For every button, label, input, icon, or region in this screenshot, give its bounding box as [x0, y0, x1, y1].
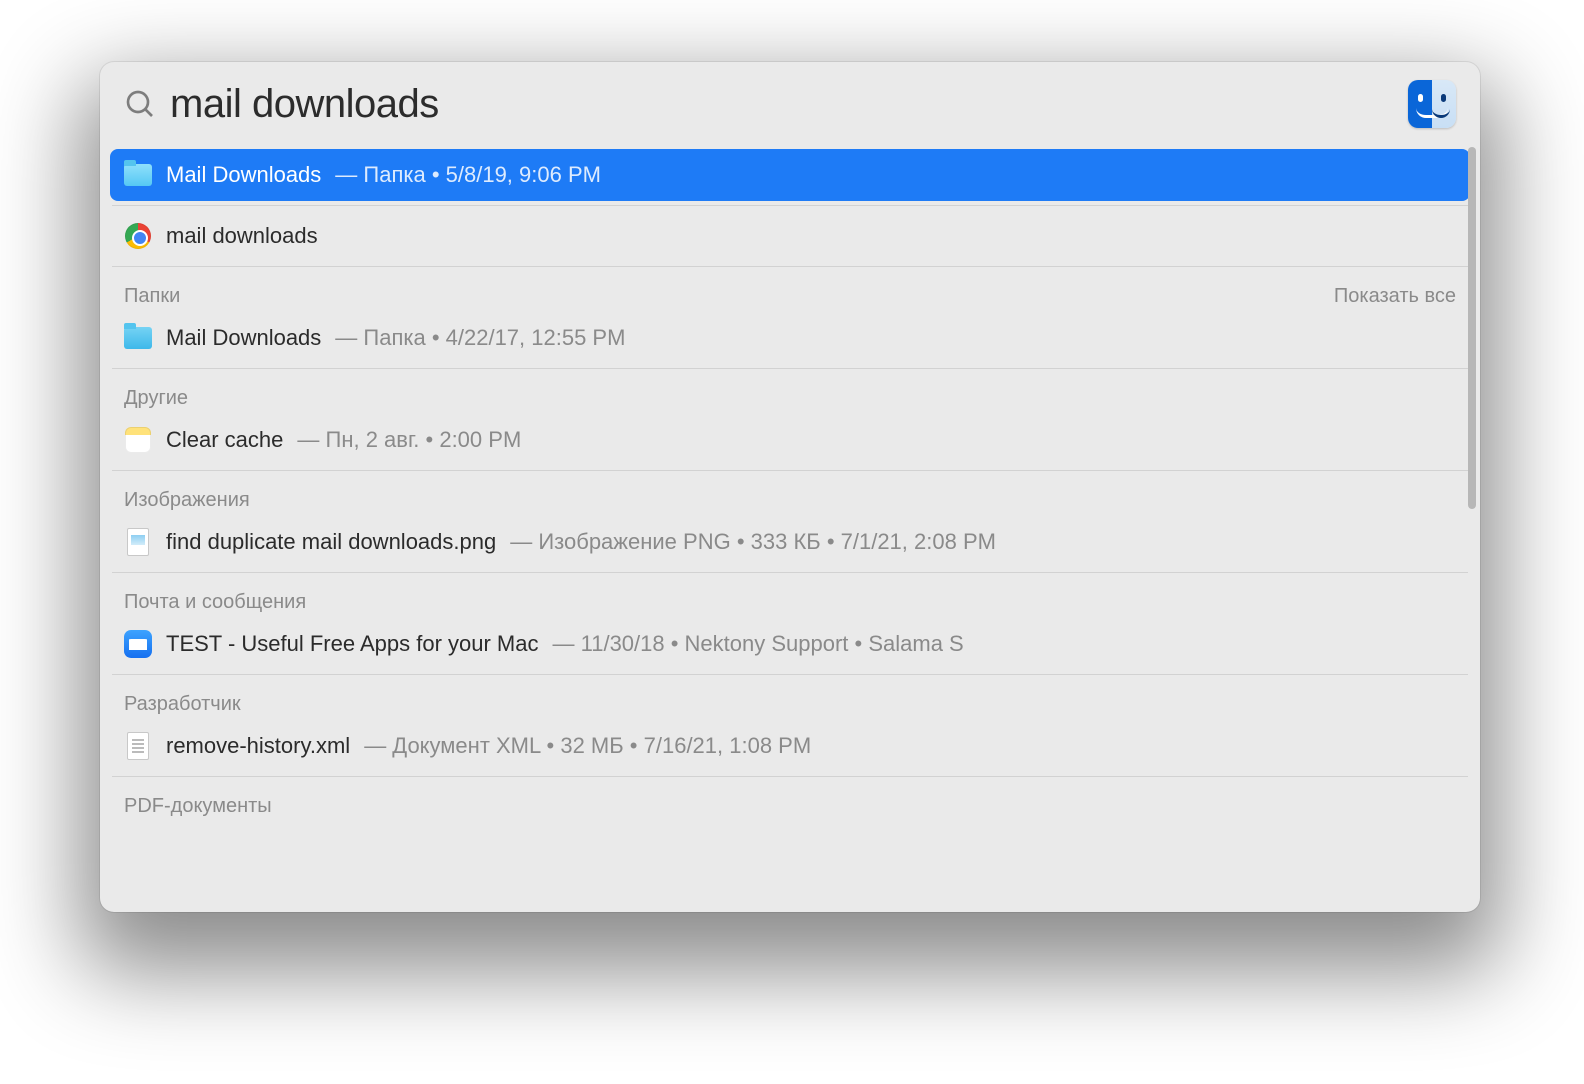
- section-label: Папки: [124, 285, 180, 308]
- result-title: find duplicate mail downloads.png: [166, 529, 496, 555]
- result-item[interactable]: Mail Downloads — Папка • 4/22/17, 12:55 …: [110, 312, 1470, 364]
- image-file-icon: [124, 528, 152, 556]
- divider: [112, 266, 1468, 267]
- result-meta: — Документ XML • 32 МБ • 7/16/21, 1:08 P…: [364, 733, 811, 759]
- mail-icon: [124, 630, 152, 658]
- result-title: mail downloads: [166, 223, 318, 249]
- divider: [112, 368, 1468, 369]
- result-top-hit[interactable]: Mail Downloads — Папка • 5/8/19, 9:06 PM: [110, 149, 1470, 201]
- section-header-mail: Почта и сообщения: [110, 577, 1470, 618]
- section-header-other: Другие: [110, 373, 1470, 414]
- result-title: Clear cache: [166, 427, 283, 453]
- section-label: PDF-документы: [124, 795, 272, 818]
- section-header-images: Изображения: [110, 475, 1470, 516]
- divider: [112, 572, 1468, 573]
- section-label: Изображения: [124, 489, 250, 512]
- result-item[interactable]: TEST - Useful Free Apps for your Mac — 1…: [110, 618, 1470, 670]
- result-meta: — 11/30/18 • Nektony Support • Salama S: [553, 631, 964, 657]
- result-item[interactable]: Clear cache — Пн, 2 авг. • 2:00 PM: [110, 414, 1470, 466]
- result-web-suggestion[interactable]: mail downloads: [110, 210, 1470, 262]
- search-icon: [124, 88, 156, 120]
- section-header-pdf: PDF-документы: [110, 781, 1470, 822]
- result-meta: — Изображение PNG • 333 КБ • 7/1/21, 2:0…: [510, 529, 996, 555]
- divider: [112, 205, 1468, 206]
- show-all-link[interactable]: Показать все: [1334, 285, 1456, 308]
- divider: [112, 470, 1468, 471]
- divider: [112, 674, 1468, 675]
- divider: [112, 776, 1468, 777]
- spotlight-window: Mail Downloads — Папка • 5/8/19, 9:06 PM…: [100, 62, 1480, 912]
- search-input[interactable]: [170, 82, 1394, 127]
- result-title: TEST - Useful Free Apps for your Mac: [166, 631, 539, 657]
- finder-app-icon: [1408, 80, 1456, 128]
- section-header-developer: Разработчик: [110, 679, 1470, 720]
- xml-file-icon: [124, 732, 152, 760]
- result-title: Mail Downloads: [166, 325, 321, 351]
- result-meta: — Папка • 4/22/17, 12:55 PM: [335, 325, 625, 351]
- scrollbar[interactable]: [1468, 147, 1476, 509]
- result-meta: — Папка • 5/8/19, 9:06 PM: [335, 162, 601, 188]
- notes-icon: [124, 426, 152, 454]
- result-meta: — Пн, 2 авг. • 2:00 PM: [297, 427, 521, 453]
- chrome-icon: [124, 222, 152, 250]
- result-item[interactable]: remove-history.xml — Документ XML • 32 М…: [110, 720, 1470, 772]
- result-item[interactable]: find duplicate mail downloads.png — Изоб…: [110, 516, 1470, 568]
- folder-icon: [124, 324, 152, 352]
- section-label: Разработчик: [124, 693, 241, 716]
- results-list: Mail Downloads — Папка • 5/8/19, 9:06 PM…: [100, 142, 1480, 912]
- folder-icon: [124, 161, 152, 189]
- result-title: remove-history.xml: [166, 733, 350, 759]
- result-title: Mail Downloads: [166, 162, 321, 188]
- section-label: Почта и сообщения: [124, 591, 306, 614]
- search-bar: [100, 62, 1480, 142]
- section-label: Другие: [124, 387, 188, 410]
- section-header-folders: Папки Показать все: [110, 271, 1470, 312]
